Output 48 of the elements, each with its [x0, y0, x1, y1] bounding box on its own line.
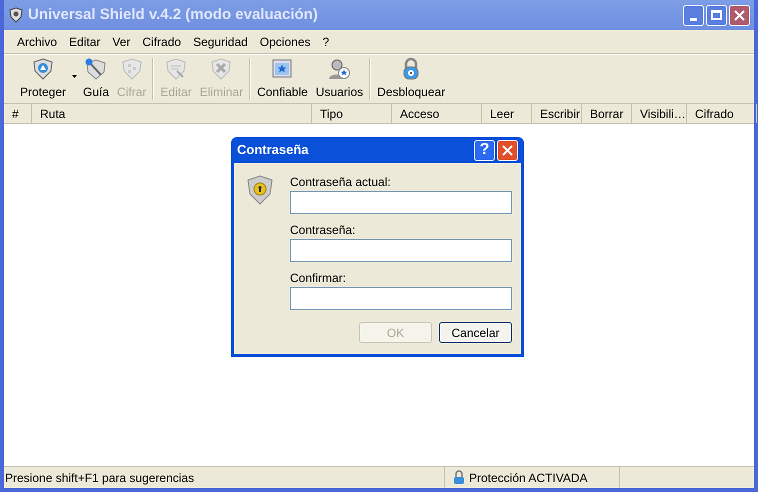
- column-header[interactable]: Cifrado: [687, 104, 757, 123]
- column-header[interactable]: Ruta: [32, 104, 312, 123]
- protection-status: Protección ACTIVADA: [469, 470, 588, 486]
- menu-item[interactable]: Seguridad: [192, 32, 249, 50]
- dialog-button[interactable]: Cancelar: [439, 322, 512, 343]
- users-icon: [327, 57, 352, 81]
- menu-item[interactable]: ?: [322, 32, 330, 50]
- column-header[interactable]: Tipo: [312, 104, 392, 123]
- menu-item[interactable]: Archivo: [16, 32, 58, 50]
- column-header[interactable]: Acceso: [392, 104, 482, 123]
- shield-icon: [8, 7, 24, 23]
- shield-icon: [31, 57, 56, 81]
- toolbar-button[interactable]: Guía: [79, 55, 114, 103]
- close-icon: [502, 144, 513, 156]
- wand-icon: [84, 57, 108, 81]
- toolbar-button[interactable]: Desbloquear: [373, 55, 450, 103]
- column-header[interactable]: Visibili…: [632, 104, 687, 123]
- shield-pencil-icon: [164, 57, 188, 81]
- minimize-button[interactable]: [683, 4, 704, 26]
- text-field[interactable]: [290, 287, 512, 310]
- menu-item[interactable]: Opciones: [258, 32, 312, 50]
- padlock-icon: [453, 470, 465, 485]
- column-header[interactable]: Leer: [482, 104, 532, 123]
- shield-lock-icon: [247, 175, 273, 205]
- shield-icon: [120, 57, 144, 81]
- maximize-button[interactable]: [706, 4, 727, 26]
- menu-item[interactable]: Cifrado: [141, 32, 182, 50]
- toolbar-button[interactable]: Proteger: [16, 55, 70, 103]
- column-header[interactable]: #: [4, 104, 32, 123]
- toolbar-button[interactable]: Confiable: [253, 55, 312, 103]
- field-label: Contraseña actual:: [290, 175, 392, 189]
- window-title: Universal Shield v.4.2 (modo evaluación): [28, 4, 318, 25]
- field-label: Confirmar:: [290, 271, 348, 285]
- close-button[interactable]: [729, 4, 750, 26]
- column-header[interactable]: Escribir: [532, 104, 582, 123]
- toolbar-button[interactable]: Usuarios: [312, 55, 368, 103]
- dialog-title: Contraseña: [237, 141, 309, 160]
- menu-item[interactable]: Ver: [111, 32, 132, 50]
- close-button[interactable]: [497, 140, 518, 160]
- column-header[interactable]: Borrar: [582, 104, 632, 123]
- field-label: Contraseña:: [290, 223, 356, 237]
- menu-item[interactable]: Editar: [68, 32, 102, 50]
- text-field[interactable]: [290, 239, 512, 262]
- status-text: Presione shift+F1 para sugerencias: [4, 470, 196, 486]
- close-icon: [734, 10, 745, 20]
- text-field[interactable]: [290, 191, 512, 214]
- shield-x-icon: [209, 57, 234, 81]
- help-button[interactable]: ?: [474, 140, 495, 160]
